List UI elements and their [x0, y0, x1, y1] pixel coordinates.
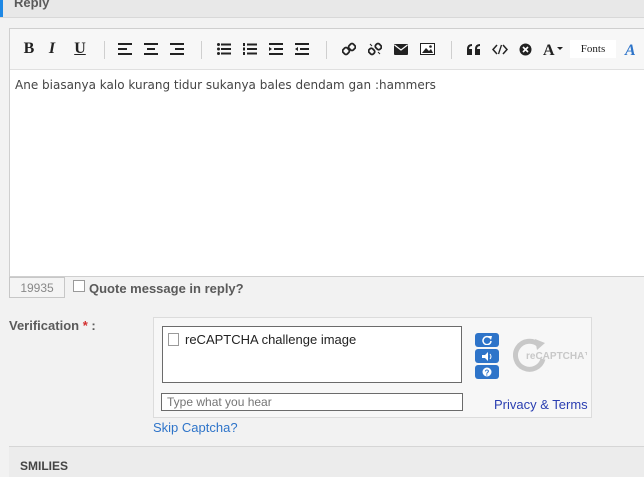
captcha-answer-input[interactable]: [161, 393, 463, 411]
toolbar-divider: [104, 41, 105, 59]
svg-text:A: A: [624, 42, 636, 57]
quote-icon[interactable]: [463, 38, 485, 60]
svg-text:A: A: [543, 42, 555, 57]
image-icon[interactable]: [416, 38, 438, 60]
captcha-image-alt: reCAPTCHA challenge image: [185, 332, 357, 347]
recaptcha-logo: reCAPTCHA™: [513, 337, 594, 381]
verification-label-suffix: :: [91, 318, 96, 333]
reply-header: Reply: [0, 0, 644, 18]
toolbar-divider: [451, 41, 452, 59]
outdent-icon[interactable]: [291, 38, 313, 60]
code-icon[interactable]: [489, 38, 511, 60]
italic-button[interactable]: I: [41, 38, 63, 60]
quote-label: Quote message in reply?: [89, 281, 244, 296]
link-icon[interactable]: [338, 38, 360, 60]
reply-title: Reply: [14, 0, 50, 10]
rich-text-editor: B I U A Fonts A Ane biasanya kalo kurang…: [9, 28, 644, 277]
indent-icon[interactable]: [265, 38, 287, 60]
unlink-icon[interactable]: [364, 38, 386, 60]
verification-label-text: Verification: [9, 318, 80, 333]
underline-button[interactable]: U: [69, 38, 91, 60]
audio-icon[interactable]: [475, 349, 499, 363]
privacy-terms-link[interactable]: Privacy & Terms: [494, 397, 588, 412]
numbered-list-icon[interactable]: [239, 38, 261, 60]
skip-captcha-link[interactable]: Skip Captcha?: [153, 420, 238, 435]
message-textarea[interactable]: Ane biasanya kalo kurang tidur sukanya b…: [15, 78, 436, 92]
smilies-label: SMILIES: [20, 459, 69, 473]
font-family-select[interactable]: Fonts: [570, 40, 616, 58]
align-right-icon[interactable]: [166, 38, 188, 60]
email-icon[interactable]: [390, 38, 412, 60]
bullet-list-icon[interactable]: [213, 38, 235, 60]
toolbar-divider: [326, 41, 327, 59]
recaptcha-logo-text: reCAPTCHA™: [526, 351, 587, 362]
svg-text:?: ?: [485, 369, 490, 378]
smilies-panel: SMILIES: [9, 446, 644, 477]
accent-bar: [0, 0, 3, 17]
align-left-icon[interactable]: [114, 38, 136, 60]
font-color-icon[interactable]: A: [622, 38, 644, 60]
clear-format-icon[interactable]: [514, 38, 536, 60]
quote-checkbox[interactable]: [73, 280, 85, 292]
verification-label: Verification * :: [9, 318, 96, 333]
bold-button[interactable]: B: [18, 38, 40, 60]
captcha-image: reCAPTCHA challenge image: [162, 326, 462, 383]
help-icon[interactable]: ?: [475, 365, 499, 379]
align-center-icon[interactable]: [140, 38, 162, 60]
editor-toolbar: B I U A Fonts A: [10, 29, 644, 70]
refresh-icon[interactable]: [475, 333, 499, 347]
font-size-icon[interactable]: A: [540, 38, 566, 60]
toolbar-divider: [201, 41, 202, 59]
broken-image-icon: [168, 333, 179, 346]
required-mark: *: [82, 318, 88, 333]
character-count: 19935: [9, 277, 65, 298]
